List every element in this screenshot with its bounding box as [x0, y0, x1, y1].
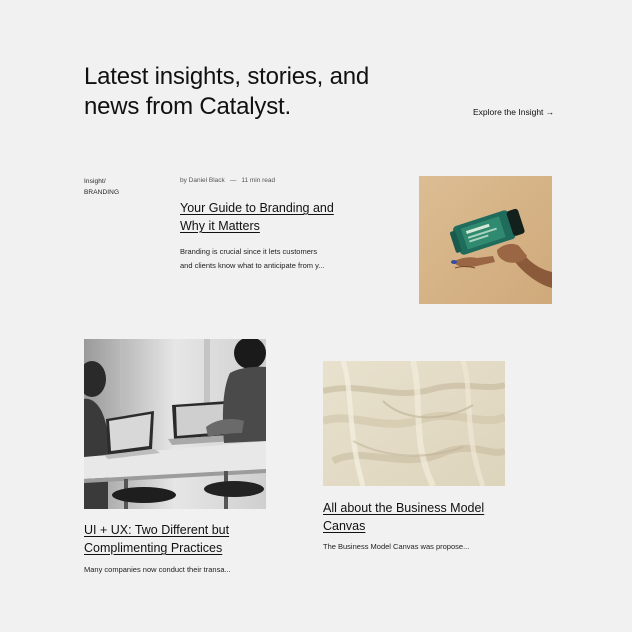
article-1-title-line-2: Complimenting Practices — [84, 541, 223, 555]
insights-page: Latest insights, stories, and news from … — [0, 0, 632, 632]
featured-title-line-1: Your Guide to Branding and — [180, 201, 334, 215]
article-2-title-line-1: All about the Business Model — [323, 501, 485, 515]
featured-excerpt-line-1: Branding is crucial since it lets custom… — [180, 247, 318, 256]
category-label: Insight/ — [84, 178, 106, 185]
article-excerpt-business-model: The Business Model Canvas was propose... — [323, 540, 469, 554]
article-image-ui-ux[interactable] — [84, 339, 266, 509]
article-2-title-line-2: Canvas — [323, 519, 366, 533]
headline-line-2: news from Catalyst. — [84, 93, 291, 120]
article-title-business-model[interactable]: All about the Business Model Canvas — [323, 499, 484, 535]
people-at-laptops-photo — [84, 339, 266, 509]
article-image-business-model[interactable] — [323, 361, 505, 486]
article-1-excerpt: Many companies now conduct their transa.… — [84, 565, 231, 574]
featured-category: Insight/ BRANDING — [84, 176, 119, 198]
article-2-excerpt: The Business Model Canvas was propose... — [323, 542, 470, 551]
featured-image[interactable] — [419, 176, 552, 304]
article-title-ui-ux[interactable]: UI + UX: Two Different but Complimenting… — [84, 521, 229, 557]
featured-byline: by Daniel Black — 11 min read — [180, 177, 275, 184]
featured-excerpt-line-2: and clients know what to anticipate from… — [180, 261, 325, 270]
read-time: 11 min read — [241, 177, 276, 184]
linen-fabric-photo — [323, 361, 505, 486]
article-excerpt-ui-ux: Many companies now conduct their transa.… — [84, 563, 231, 577]
category-value: BRANDING — [84, 189, 120, 196]
explore-insight-link[interactable]: Explore the Insight → — [473, 107, 554, 117]
page-headline: Latest insights, stories, and news from … — [84, 62, 414, 122]
featured-excerpt: Branding is crucial since it lets custom… — [180, 245, 325, 273]
author-name: by Daniel Black — [180, 177, 225, 184]
article-1-title-line-1: UI + UX: Two Different but — [84, 523, 230, 537]
supplement-bottle-in-hand-photo — [419, 176, 552, 304]
headline-line-1: Latest insights, stories, and — [84, 63, 370, 90]
byline-separator: — — [229, 177, 237, 184]
featured-title-line-2: Why it Matters — [180, 219, 260, 233]
featured-article-title[interactable]: Your Guide to Branding and Why it Matter… — [180, 199, 334, 235]
